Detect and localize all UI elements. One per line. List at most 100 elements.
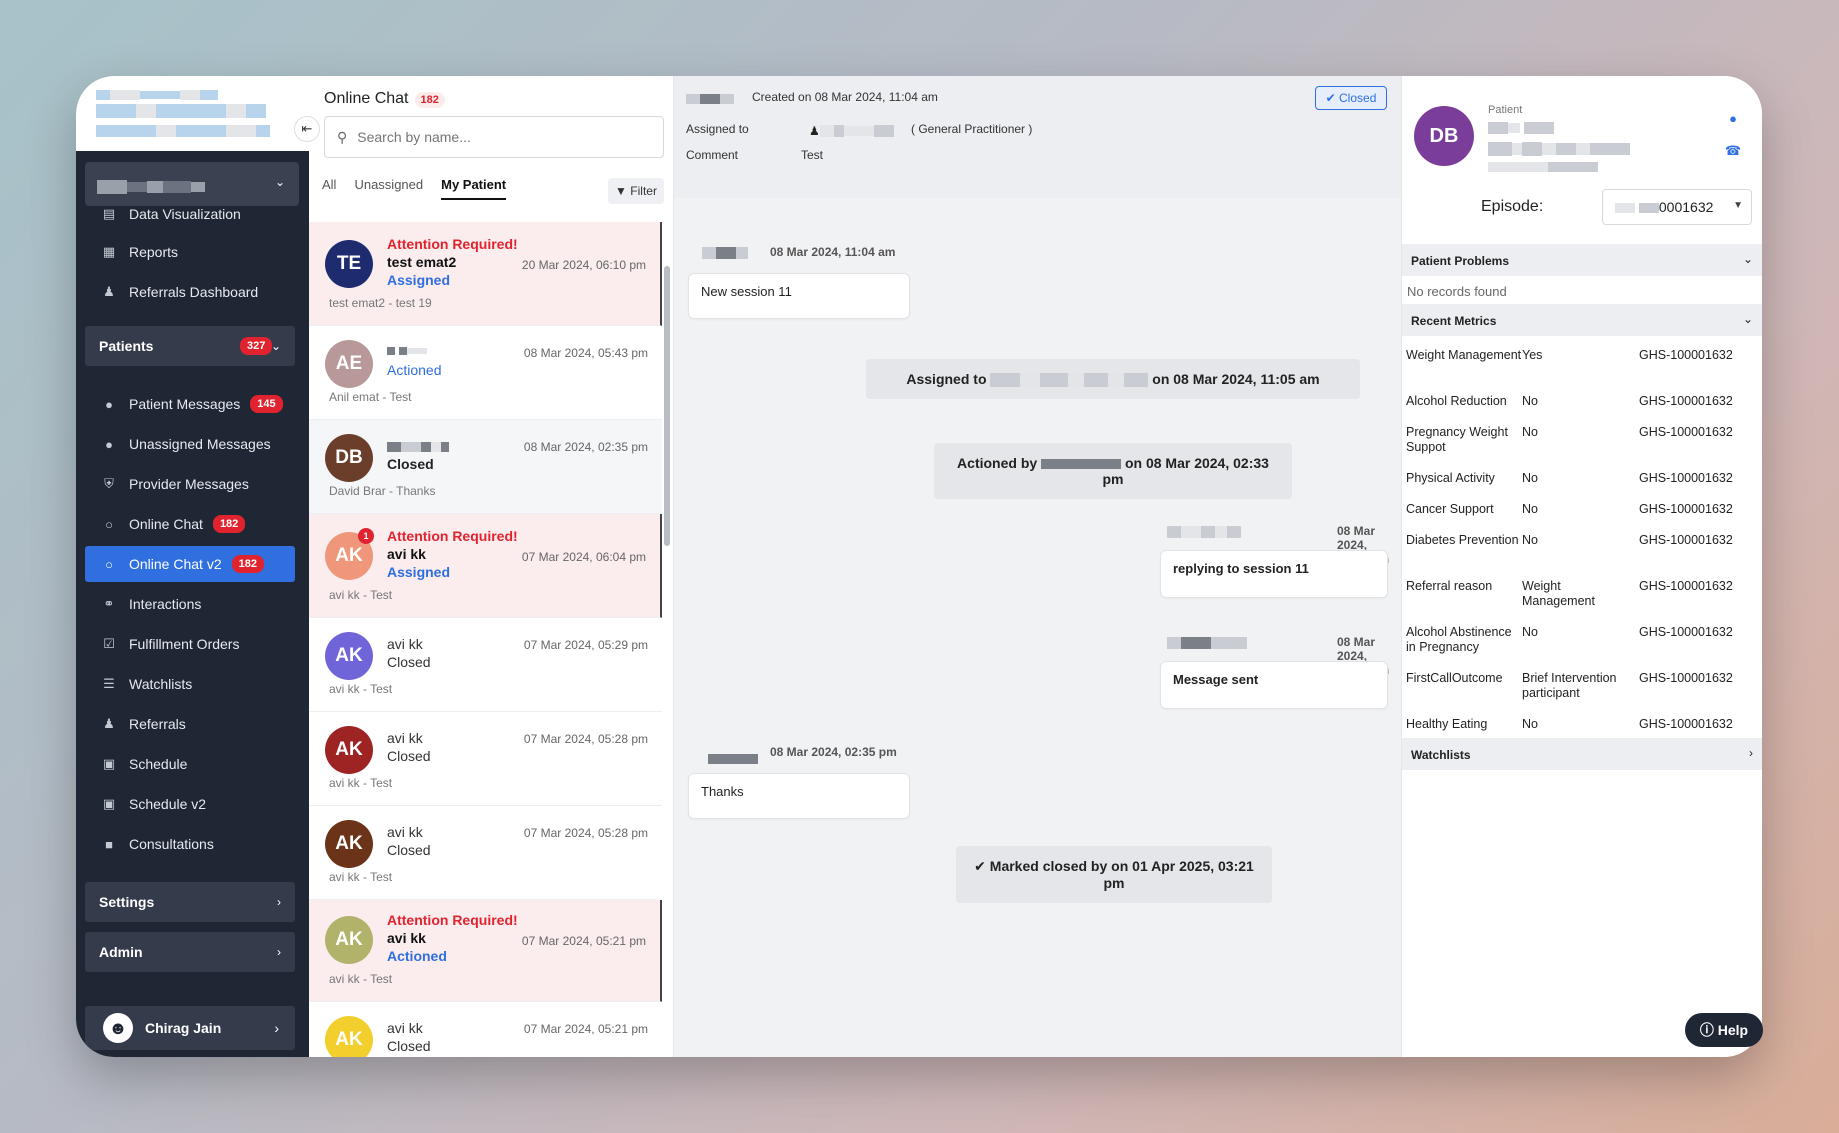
admin-section-toggle[interactable]: Admin › — [85, 932, 295, 972]
sidebar-item-schedule[interactable]: ▣ Schedule — [85, 746, 295, 782]
avatar: AK — [325, 916, 373, 964]
user-icon: ♟ — [809, 124, 820, 138]
avatar: AK — [325, 726, 373, 774]
conversation-item[interactable]: AK avi kk Closed 07 Mar 2024, 05:28 pm a… — [309, 712, 662, 806]
system-event: ✔ Marked closed by on 01 Apr 2025, 03:21… — [956, 846, 1272, 903]
avatar: DB — [325, 434, 373, 482]
chat-icon: ● — [105, 396, 113, 412]
sidebar-item-watchlists[interactable]: ☰ Watchlists — [85, 666, 295, 702]
patient-label: Patient — [1488, 104, 1523, 116]
app-window: ⌄ ▤ Data Visualization ▦ Reports ♟ Referral… — [76, 76, 1762, 1057]
comments-icon: ⚭ — [103, 596, 115, 611]
tab-my-patient[interactable]: My Patient — [441, 177, 507, 200]
recent-metrics-header[interactable]: Recent Metrics ⌄ — [1402, 304, 1762, 336]
avatar: AK — [325, 820, 373, 868]
chevron-down-icon: ⌄ — [1742, 252, 1753, 266]
chat-bubble-icon: ○ — [105, 516, 113, 532]
conversation-item[interactable]: AE Actioned 08 Mar 2024, 05:43 pm Anil e… — [309, 326, 662, 420]
avatar: AE — [325, 340, 373, 388]
patient-avatar: DB — [1414, 106, 1474, 166]
sidebar-item-interactions[interactable]: ⚭ Interactions — [85, 586, 295, 622]
filter-button[interactable]: ▼ Filter — [608, 178, 664, 204]
list-icon: ☰ — [103, 676, 115, 691]
sidebar-item-online-chat-v2[interactable]: ○ Online Chat v2 182 — [85, 546, 295, 582]
chat-tabs: All Unassigned My Patient — [322, 177, 507, 200]
tab-all[interactable]: All — [322, 177, 336, 200]
sidebar-item-provider-messages[interactable]: ⛨ Provider Messages — [85, 466, 295, 502]
sidebar-item-patient-messages[interactable]: ● Patient Messages 145 — [85, 386, 295, 422]
patients-section-toggle[interactable]: Patients 327 ⌄ — [85, 326, 295, 366]
system-event: Assigned to on 08 Mar 2024, 11:05 am — [866, 359, 1360, 400]
conversation-item[interactable]: TE Attention Required! test emat2 Assign… — [309, 222, 662, 326]
check-square-icon: ☑ — [103, 636, 115, 651]
help-icon: ⓘ — [1699, 1022, 1714, 1038]
unread-badge: 1 — [358, 528, 374, 544]
phone-icon[interactable]: ☎ — [1724, 142, 1742, 160]
conversation-list: TE Attention Required! test emat2 Assign… — [309, 222, 662, 1057]
user-plus-icon: ♟ — [103, 716, 115, 731]
created-date: Created on 08 Mar 2024, 11:04 am — [752, 90, 938, 104]
assigned-role: ( General Practitioner ) — [911, 122, 1033, 136]
conversation-item[interactable]: AK Attention Required! avi kk Actioned 0… — [309, 900, 662, 1002]
watchlists-header[interactable]: Watchlists › — [1402, 738, 1762, 770]
patient-problems-header[interactable]: Patient Problems ⌄ — [1402, 244, 1762, 276]
episode-label: Episode: — [1481, 198, 1544, 215]
tab-unassigned[interactable]: Unassigned — [354, 177, 423, 200]
chat-bubble-icon: ○ — [105, 556, 113, 572]
sidebar-item-fulfillment-orders[interactable]: ☑ Fulfillment Orders — [85, 626, 295, 662]
message-bubble: Thanks — [688, 773, 910, 819]
patients-count-badge: 327 — [240, 337, 273, 355]
conversation-item[interactable]: DB Closed 08 Mar 2024, 02:35 pm David Br… — [309, 420, 662, 514]
chat-icon[interactable]: ● — [1724, 110, 1742, 128]
sidebar-item-schedule-v2[interactable]: ▣ Schedule v2 — [85, 786, 295, 822]
chat-list-panel: Online Chat182 ⚲ All Unassigned My Patie… — [309, 76, 674, 1057]
user-menu[interactable]: ☻ Chirag Jain › — [85, 1006, 295, 1050]
search-input[interactable] — [357, 129, 638, 145]
chevron-down-icon: ⌄ — [274, 175, 285, 189]
collapse-sidebar-button[interactable]: ⇤ — [294, 116, 320, 142]
conversation-panel: Created on 08 Mar 2024, 11:04 am ✔ Close… — [674, 76, 1401, 1057]
organization-select[interactable]: ⌄ — [85, 162, 299, 206]
message-time: 08 Mar 2024, 02:35 pm — [770, 745, 897, 759]
search-box[interactable]: ⚲ — [324, 116, 664, 158]
conversation-item[interactable]: AK avi kk Closed 07 Mar 2024, 05:28 pm a… — [309, 806, 662, 900]
episode-select[interactable]: 0001632 ▼ — [1602, 189, 1752, 225]
sidebar: ⌄ ▤ Data Visualization ▦ Reports ♟ Referral… — [76, 76, 309, 1057]
avatar: ☻ — [103, 1013, 133, 1043]
video-icon: ■ — [105, 836, 113, 852]
logo — [76, 76, 309, 151]
scrollbar[interactable] — [664, 266, 670, 546]
conversation-item[interactable]: AK 1 Attention Required! avi kk Assigned… — [309, 514, 662, 618]
system-event: Actioned by on 08 Mar 2024, 02:33 pm — [934, 443, 1292, 499]
conversation-item[interactable]: AK avi kk Closed 07 Mar 2024, 05:21 pm — [309, 1002, 662, 1057]
chat-count-badge: 182 — [414, 92, 445, 108]
chevron-right-icon: › — [1749, 746, 1753, 760]
sidebar-item-reports[interactable]: ▦ Reports — [85, 234, 295, 270]
sidebar-item-data-visualization[interactable]: ▤ Data Visualization — [85, 206, 295, 232]
sidebar-item-unassigned-messages[interactable]: ● Unassigned Messages — [85, 426, 295, 462]
conversation-header: Created on 08 Mar 2024, 11:04 am ✔ Close… — [674, 76, 1401, 198]
chat-list-title: Online Chat 182 — [324, 90, 445, 108]
sidebar-item-referrals[interactable]: ♟ Referrals — [85, 706, 295, 742]
no-records-text: No records found — [1407, 284, 1507, 299]
settings-section-toggle[interactable]: Settings › — [85, 882, 295, 922]
calendar-icon: ▣ — [102, 756, 116, 771]
help-button[interactable]: ⓘ Help — [1685, 1013, 1763, 1047]
avatar: TE — [325, 240, 373, 288]
assigned-to-label: Assigned to — [686, 122, 749, 136]
message-bubble: replying to session 11 — [1160, 550, 1388, 598]
status-closed-button[interactable]: ✔ Closed — [1315, 86, 1387, 110]
shield-icon: ⛨ — [104, 476, 114, 491]
search-icon: ⚲ — [337, 128, 348, 145]
sidebar-item-online-chat[interactable]: ○ Online Chat 182 — [85, 506, 295, 542]
chevron-right-icon: › — [277, 945, 281, 959]
message-bubble: New session 11 — [688, 273, 910, 319]
sidebar-item-referrals-dashboard[interactable]: ♟ Referrals Dashboard — [85, 274, 295, 310]
sidebar-item-consultations[interactable]: ■ Consultations — [85, 826, 295, 862]
conversation-item[interactable]: AK avi kk Closed 07 Mar 2024, 05:29 pm a… — [309, 618, 662, 712]
chevron-down-icon: ⌄ — [270, 339, 281, 353]
avatar: AK — [325, 632, 373, 680]
check-icon: ✔ — [974, 858, 986, 874]
comment-value: Test — [801, 148, 824, 162]
chevron-right-icon: › — [277, 895, 281, 909]
